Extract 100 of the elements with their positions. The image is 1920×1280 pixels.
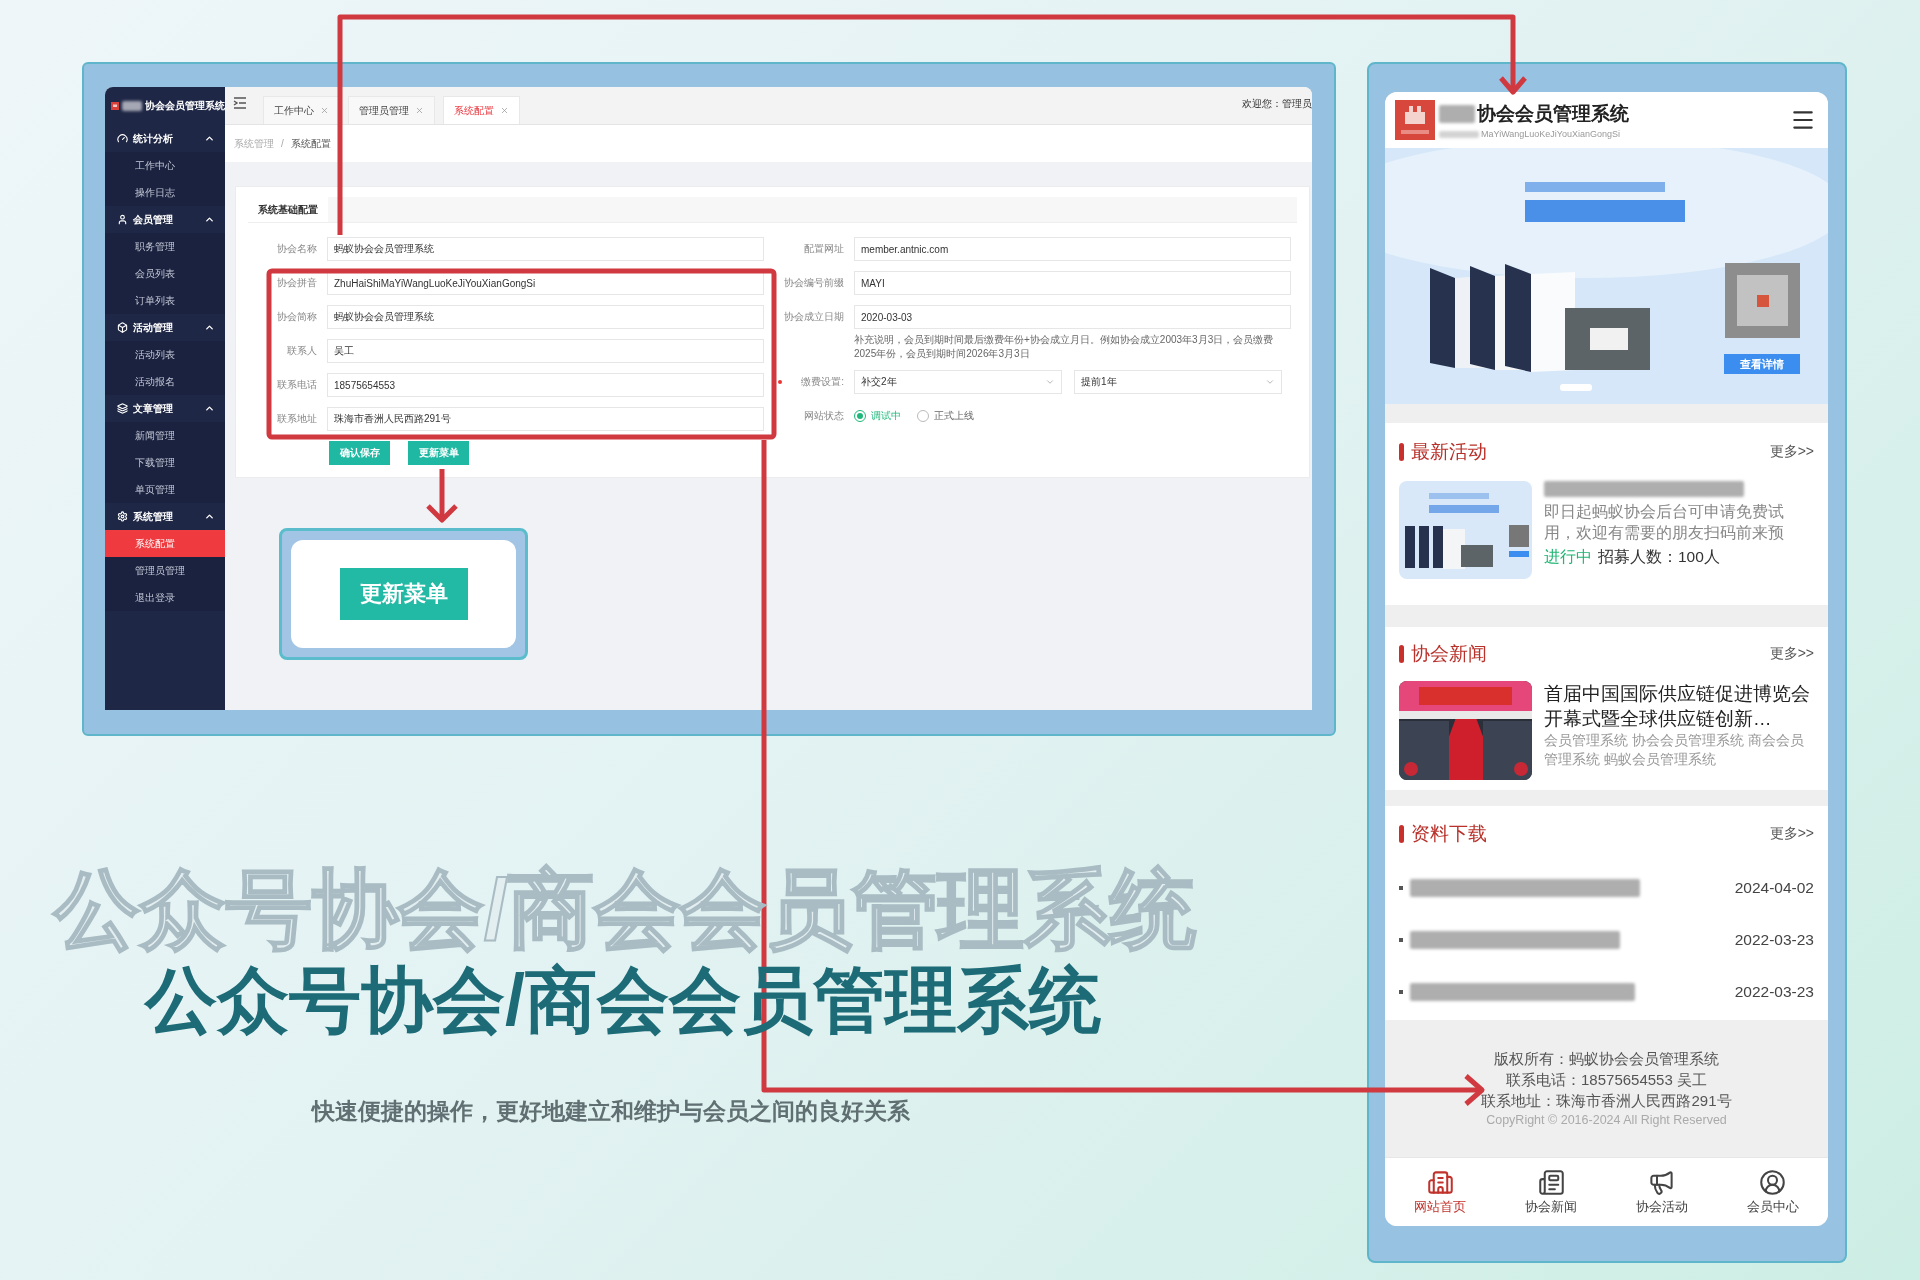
quota-text: 招募人数：100人 <box>1598 547 1720 567</box>
download-row[interactable]: 2022-03-23 <box>1399 966 1814 1018</box>
tab[interactable]: 工作中心 <box>263 96 340 124</box>
input-field[interactable]: 蚂蚁协会会员管理系统 <box>327 237 764 261</box>
field-label: 联系地址 <box>276 412 318 426</box>
input-field[interactable]: MAYI <box>854 271 1291 295</box>
activity-item[interactable]: 即日起蚂蚁协会后台可申请免费试用，欢迎有需要的朋友扫码前来预 进行中 招募人数：100人 <box>1399 481 1814 579</box>
menu-item[interactable]: 退出登录 <box>105 584 225 611</box>
field-label: 联系电话 <box>276 378 318 392</box>
field-label: 联系人 <box>286 344 318 358</box>
download-row[interactable]: 2024-04-02 <box>1399 862 1814 914</box>
footer-text: 版权所有：蚂蚁协会会员管理系统 <box>1494 1049 1719 1069</box>
menu-item[interactable]: 职务管理 <box>105 233 225 260</box>
menu-item[interactable]: 单页管理 <box>105 476 225 503</box>
blurred-text <box>1439 130 1479 138</box>
help-text: 补充说明，会员到期时间最后缴费年份+协会成立月日。例如协会成立2003年3月3日，会员缴费2025年份，会员到期时间2026年3月3日 <box>854 333 1275 360</box>
menu-group[interactable]: 活动管理 <box>105 314 225 341</box>
field-label: 缴费设置: <box>801 375 844 389</box>
section-marker <box>1399 825 1404 843</box>
menu-group[interactable]: 统计分析 <box>105 125 225 152</box>
megaphone-icon <box>1648 1168 1676 1196</box>
menu-item[interactable]: 管理员管理 <box>105 557 225 584</box>
menu-group[interactable]: 文章管理 <box>105 395 225 422</box>
news-title: 首届中国国际供应链促进博览会开幕式暨全球供应链创新… <box>1544 682 1811 731</box>
more-link[interactable]: 更多>> <box>1769 443 1814 461</box>
user-icon <box>1759 1168 1787 1196</box>
menu-item[interactable]: 订单列表 <box>105 287 225 314</box>
menu-group[interactable]: 系统管理 <box>105 503 225 530</box>
field-label: 配置网址 <box>803 242 845 256</box>
download-row[interactable]: 2022-03-23 <box>1399 914 1814 966</box>
field-label: 协会简称 <box>276 310 318 324</box>
footer-text: 联系地址：珠海市香洲人民西路291号 <box>1481 1091 1732 1111</box>
bullet-icon <box>1399 938 1403 942</box>
section-title: 协会新闻 <box>1411 642 1488 666</box>
input-field[interactable]: 2020-03-03 <box>854 305 1291 329</box>
section-title: 最新活动 <box>1411 440 1488 464</box>
news-tags: 会员管理系统 协会会员管理系统 商会会员管理系统 蚂蚁会员管理系统 <box>1544 731 1814 769</box>
select-field[interactable]: 补交2年 <box>854 370 1062 394</box>
menu-item[interactable]: 新闻管理 <box>105 422 225 449</box>
app-title: 协会会员管理系统 <box>145 99 225 113</box>
status-text: 进行中 <box>1544 547 1592 567</box>
field-label: 协会名称 <box>276 242 318 256</box>
close-icon[interactable] <box>415 106 424 115</box>
bottom-tab[interactable]: 协会活动 <box>1606 1158 1718 1226</box>
download-date: 2024-04-02 <box>1734 879 1814 897</box>
menu-item[interactable]: 会员列表 <box>105 260 225 287</box>
menu-item[interactable]: 工作中心 <box>105 152 225 179</box>
close-icon[interactable] <box>320 106 329 115</box>
field-label: 协会编号前缀 <box>783 276 845 290</box>
radio-label[interactable]: 正式上线 <box>934 409 974 423</box>
input-field[interactable]: 吴工 <box>327 339 764 363</box>
building-icon <box>1426 1168 1454 1196</box>
bottom-tab[interactable]: 会员中心 <box>1717 1158 1828 1226</box>
menu-item[interactable]: 下载管理 <box>105 449 225 476</box>
menu-toggle-icon[interactable] <box>233 97 247 109</box>
bottom-tab[interactable]: 网站首页 <box>1385 1158 1496 1226</box>
close-icon[interactable] <box>500 106 509 115</box>
subtitle: 快速便捷的操作，更好地建立和维护与会员之间的良好关系 <box>312 1100 911 1123</box>
download-date: 2022-03-23 <box>1734 983 1814 1001</box>
tab[interactable]: 管理员管理 <box>348 96 435 124</box>
menu-item[interactable]: 操作日志 <box>105 179 225 206</box>
more-link[interactable]: 更多>> <box>1769 825 1814 843</box>
input-field[interactable]: 蚂蚁协会会员管理系统 <box>327 305 764 329</box>
breadcrumb-item: 系统配置 <box>290 136 331 151</box>
tab[interactable]: 系统配置 <box>443 96 520 124</box>
site-title: 协会会员管理系统 <box>1477 102 1629 126</box>
bottom-tab[interactable]: 协会新闻 <box>1495 1158 1607 1226</box>
copyright-text: CopyRight © 2016-2024 All Right Reserved <box>1486 1112 1727 1129</box>
site-subtitle: MaYiWangLuoKeJiYouXianGongSi <box>1481 129 1621 139</box>
news-item[interactable]: 首届中国国际供应链促进博览会开幕式暨全球供应链创新… 会员管理系统 协会会员管理系统 商会会员管理系统 蚂蚁会员管理系统 <box>1399 681 1814 780</box>
blurred-text <box>1439 105 1475 123</box>
logo-icon <box>1395 100 1435 140</box>
bullet-icon <box>1399 886 1403 890</box>
input-field[interactable]: 18575654553 <box>327 373 764 397</box>
blurred-text <box>122 101 142 111</box>
newspaper-icon <box>1537 1168 1565 1196</box>
input-field[interactable]: member.antnic.com <box>854 237 1291 261</box>
dropdown-icon <box>1045 377 1055 387</box>
field-label: 网站状态 <box>803 409 845 423</box>
download-date: 2022-03-23 <box>1734 931 1814 949</box>
footer-text: 联系电话：18575654553 吴工 <box>1506 1070 1707 1090</box>
bullet-icon <box>1399 990 1403 994</box>
more-link[interactable]: 更多>> <box>1769 645 1814 663</box>
select-field[interactable]: 提前1年 <box>1074 370 1282 394</box>
menu-item[interactable]: 系统配置 <box>105 530 225 557</box>
input-field[interactable]: ZhuHaiShiMaYiWangLuoKeJiYouXianGongSi <box>327 271 764 295</box>
menu-group[interactable]: 会员管理 <box>105 206 225 233</box>
section-marker <box>1399 645 1404 663</box>
breadcrumb-separator: / <box>281 138 284 149</box>
input-field[interactable]: 珠海市香洲人民西路291号 <box>327 407 764 431</box>
activity-description: 即日起蚂蚁协会后台可申请免费试用，欢迎有需要的朋友扫码前来预 <box>1544 502 1785 543</box>
field-label: 协会拼音 <box>276 276 318 290</box>
field-label: 协会成立日期 <box>783 310 845 324</box>
form-tab[interactable]: 系统基础配置 <box>248 197 328 222</box>
dropdown-icon <box>1265 377 1275 387</box>
section-title: 资料下载 <box>1411 822 1488 846</box>
welcome-text: 欢迎您：管理员 <box>1242 97 1312 111</box>
menu-item[interactable]: 活动报名 <box>105 368 225 395</box>
section-marker <box>1399 443 1404 461</box>
menu-item[interactable]: 活动列表 <box>105 341 225 368</box>
